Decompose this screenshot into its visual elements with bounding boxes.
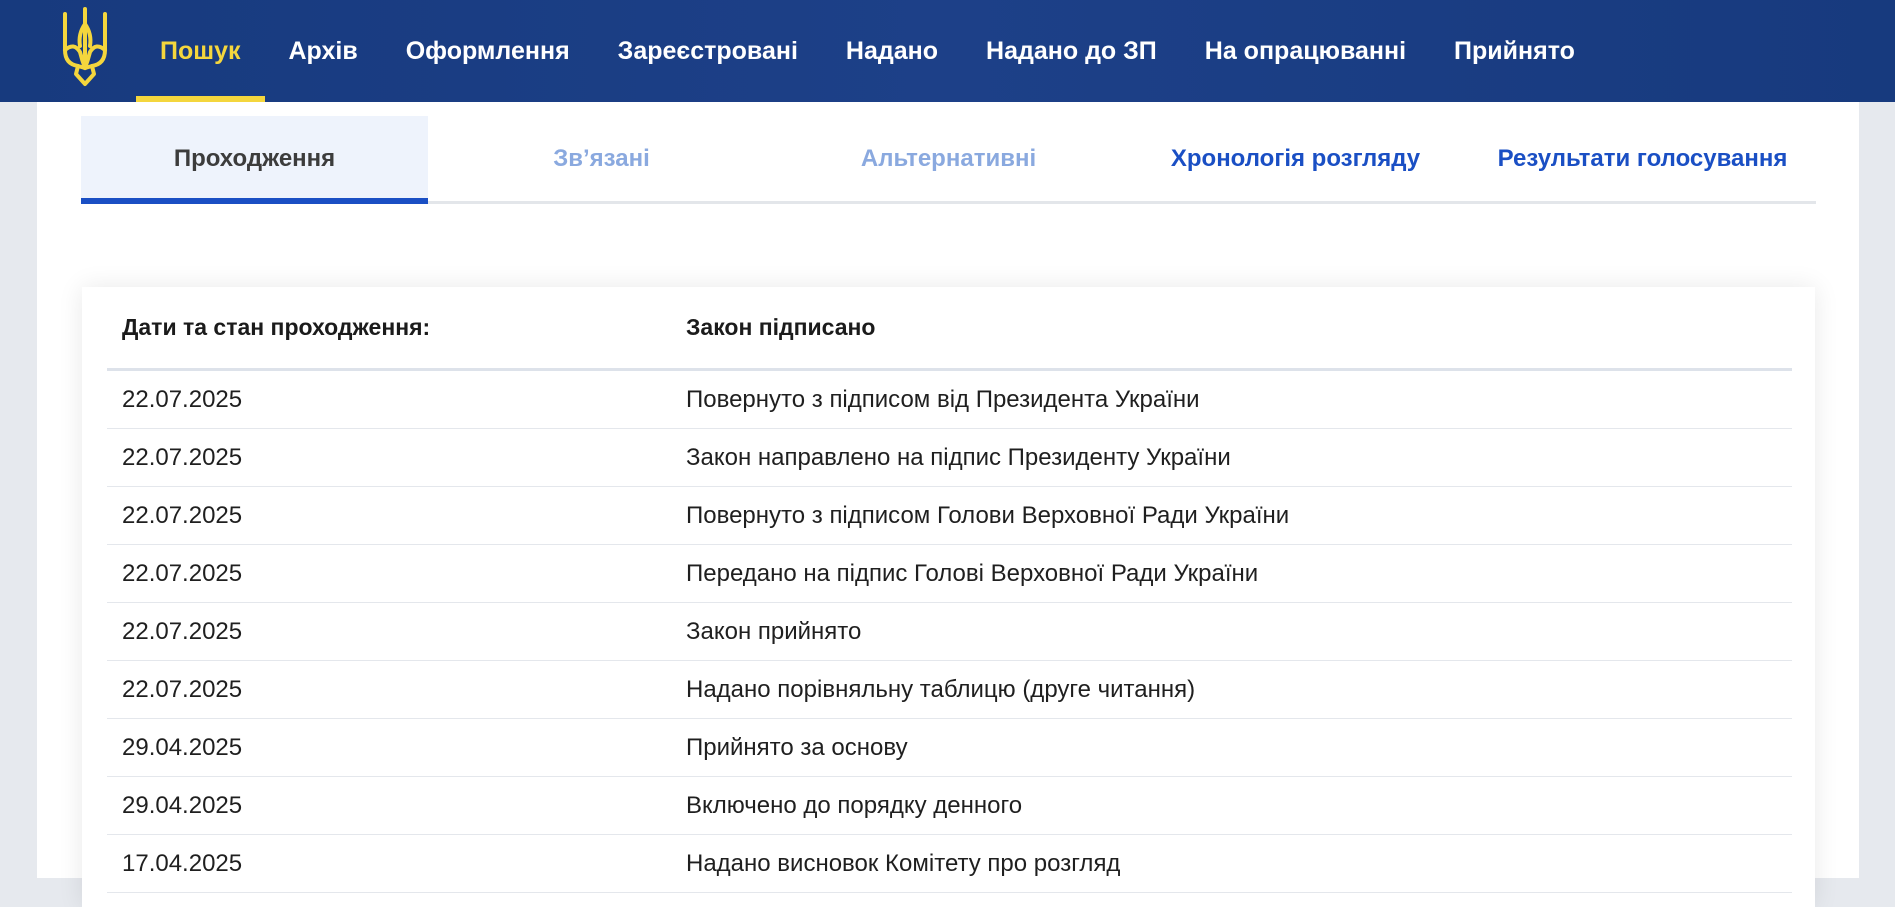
main-navigation: Пошук Архів Оформлення Зареєстровані Надано Н… <box>136 0 1599 102</box>
tab-0[interactable]: Проходження <box>81 116 428 204</box>
table-row: 29.04.2025 Включено до порядку денного <box>107 777 1792 835</box>
nav-item-1[interactable]: Архів <box>265 0 382 102</box>
row-event: Повернуто з підписом від Президента Укра… <box>686 385 1200 413</box>
row-event: Закон прийнято <box>686 617 862 645</box>
row-event: Прийнято за основу <box>686 733 908 761</box>
nav-item-5[interactable]: Надано до ЗП <box>962 0 1181 102</box>
tab-2[interactable]: Альтернативні <box>775 116 1122 201</box>
row-event: Включено до порядку денного <box>686 791 1023 819</box>
row-event: Закон направлено на підпис Президенту Ук… <box>686 443 1231 471</box>
table-row: 22.07.2025 Закон направлено на підпис Пре… <box>107 429 1792 487</box>
main-panel: Проходження Зв’язані Альтернативні Хронолог… <box>37 102 1859 907</box>
table-header: Дати та стан проходження: Закон підписан… <box>107 287 1792 371</box>
row-date: 22.07.2025 <box>122 559 243 587</box>
bill-tabs: Проходження Зв’язані Альтернативні Хронолог… <box>81 116 1816 204</box>
table-row: 22.07.2025 Повернуто з підписом Голови Ве… <box>107 487 1792 545</box>
table-body: 22.07.2025 Повернуто з підписом від Прези… <box>107 371 1792 893</box>
top-navigation-bar: Пошук Архів Оформлення Зареєстровані Надано Н… <box>0 0 1895 102</box>
nav-item-7[interactable]: Прийнято <box>1430 0 1599 102</box>
row-date: 22.07.2025 <box>122 443 243 471</box>
table-row: 22.07.2025 Надано порівняльну таблицю (др… <box>107 661 1792 719</box>
nav-item-0[interactable]: Пошук <box>136 0 265 102</box>
row-date: 29.04.2025 <box>122 733 243 761</box>
nav-item-2[interactable]: Оформлення <box>382 0 594 102</box>
tab-4[interactable]: Результати голосування <box>1469 116 1816 201</box>
row-event: Повернуто з підписом Голови Верховної Ра… <box>686 501 1290 529</box>
row-date: 17.04.2025 <box>122 849 243 877</box>
row-event: Передано на підпис Голові Верховної Ради… <box>686 559 1259 587</box>
row-event: Надано висновок Комітету про розгляд <box>686 849 1121 877</box>
row-date: 22.07.2025 <box>122 385 243 413</box>
header-dates-label: Дати та стан проходження: <box>122 314 431 340</box>
row-date: 22.07.2025 <box>122 675 243 703</box>
tab-3[interactable]: Хронологія розгляду <box>1122 116 1469 201</box>
table-row: 22.07.2025 Повернуто з підписом від Прези… <box>107 371 1792 429</box>
trident-logo-icon[interactable] <box>58 6 112 88</box>
passage-card: Дати та стан проходження: Закон підписан… <box>82 287 1815 907</box>
table-row: 22.07.2025 Передано на підпис Голові Верх… <box>107 545 1792 603</box>
nav-item-3[interactable]: Зареєстровані <box>594 0 822 102</box>
nav-item-4[interactable]: Надано <box>822 0 962 102</box>
row-date: 22.07.2025 <box>122 617 243 645</box>
table-row: 17.04.2025 Надано висновок Комітету про р… <box>107 835 1792 893</box>
tab-1[interactable]: Зв’язані <box>428 116 775 201</box>
header-status: Закон підписано <box>686 314 876 340</box>
passage-table: Дати та стан проходження: Закон підписан… <box>107 287 1792 893</box>
row-date: 29.04.2025 <box>122 791 243 819</box>
table-row: 29.04.2025 Прийнято за основу <box>107 719 1792 777</box>
table-row: 22.07.2025 Закон прийнято <box>107 603 1792 661</box>
row-event: Надано порівняльну таблицю (друге читанн… <box>686 675 1196 703</box>
nav-item-6[interactable]: На опрацюванні <box>1181 0 1430 102</box>
row-date: 22.07.2025 <box>122 501 243 529</box>
